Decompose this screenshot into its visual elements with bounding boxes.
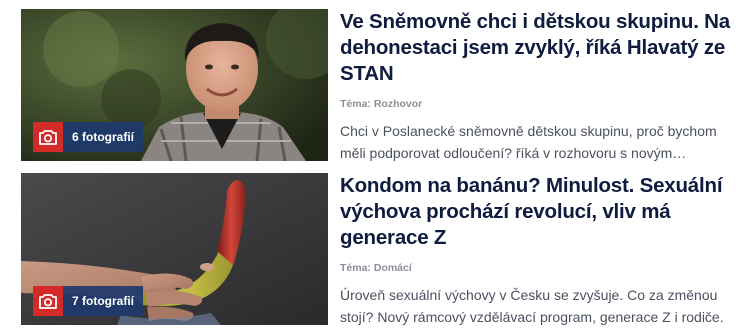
topic-link[interactable]: Domácí [374, 262, 412, 274]
article-headline[interactable]: Kondom na banánu? Minulost. Sexuální výc… [340, 173, 730, 251]
camera-icon [33, 286, 63, 316]
camera-icon [33, 122, 63, 152]
article-text: Ve Sněmovně chci i dětskou skupinu. Na d… [340, 9, 730, 164]
article-perex: Chci v Poslanecké sněmovně dětskou skupi… [340, 123, 717, 161]
article-topic: Téma: Rozhovor [340, 98, 730, 110]
article-thumbnail[interactable]: 6 fotografií [21, 9, 328, 161]
photo-gallery-badge[interactable]: 6 fotografií [33, 122, 143, 152]
photo-gallery-badge[interactable]: 7 fotografií [33, 286, 143, 316]
article-headline[interactable]: Ve Sněmovně chci i dětskou skupinu. Na d… [340, 9, 730, 87]
photo-count: 6 fotografií [63, 122, 143, 152]
topic-link[interactable]: Rozhovor [374, 98, 422, 110]
photo-count: 7 fotografií [63, 286, 143, 316]
article-perex: Úroveň sexuální výchovy v Česku se zvyšu… [340, 287, 724, 325]
article-card: 7 fotografií Kondom na banánu? Minulost.… [21, 173, 736, 327]
article-card: 6 fotografií Ve Sněmovně chci i dětskou … [21, 9, 736, 163]
topic-label: Téma: [340, 262, 374, 274]
article-thumbnail[interactable]: 7 fotografií [21, 173, 328, 325]
article-text: Kondom na banánu? Minulost. Sexuální výc… [340, 173, 730, 328]
topic-label: Téma: [340, 98, 374, 110]
article-topic: Téma: Domácí [340, 262, 730, 274]
